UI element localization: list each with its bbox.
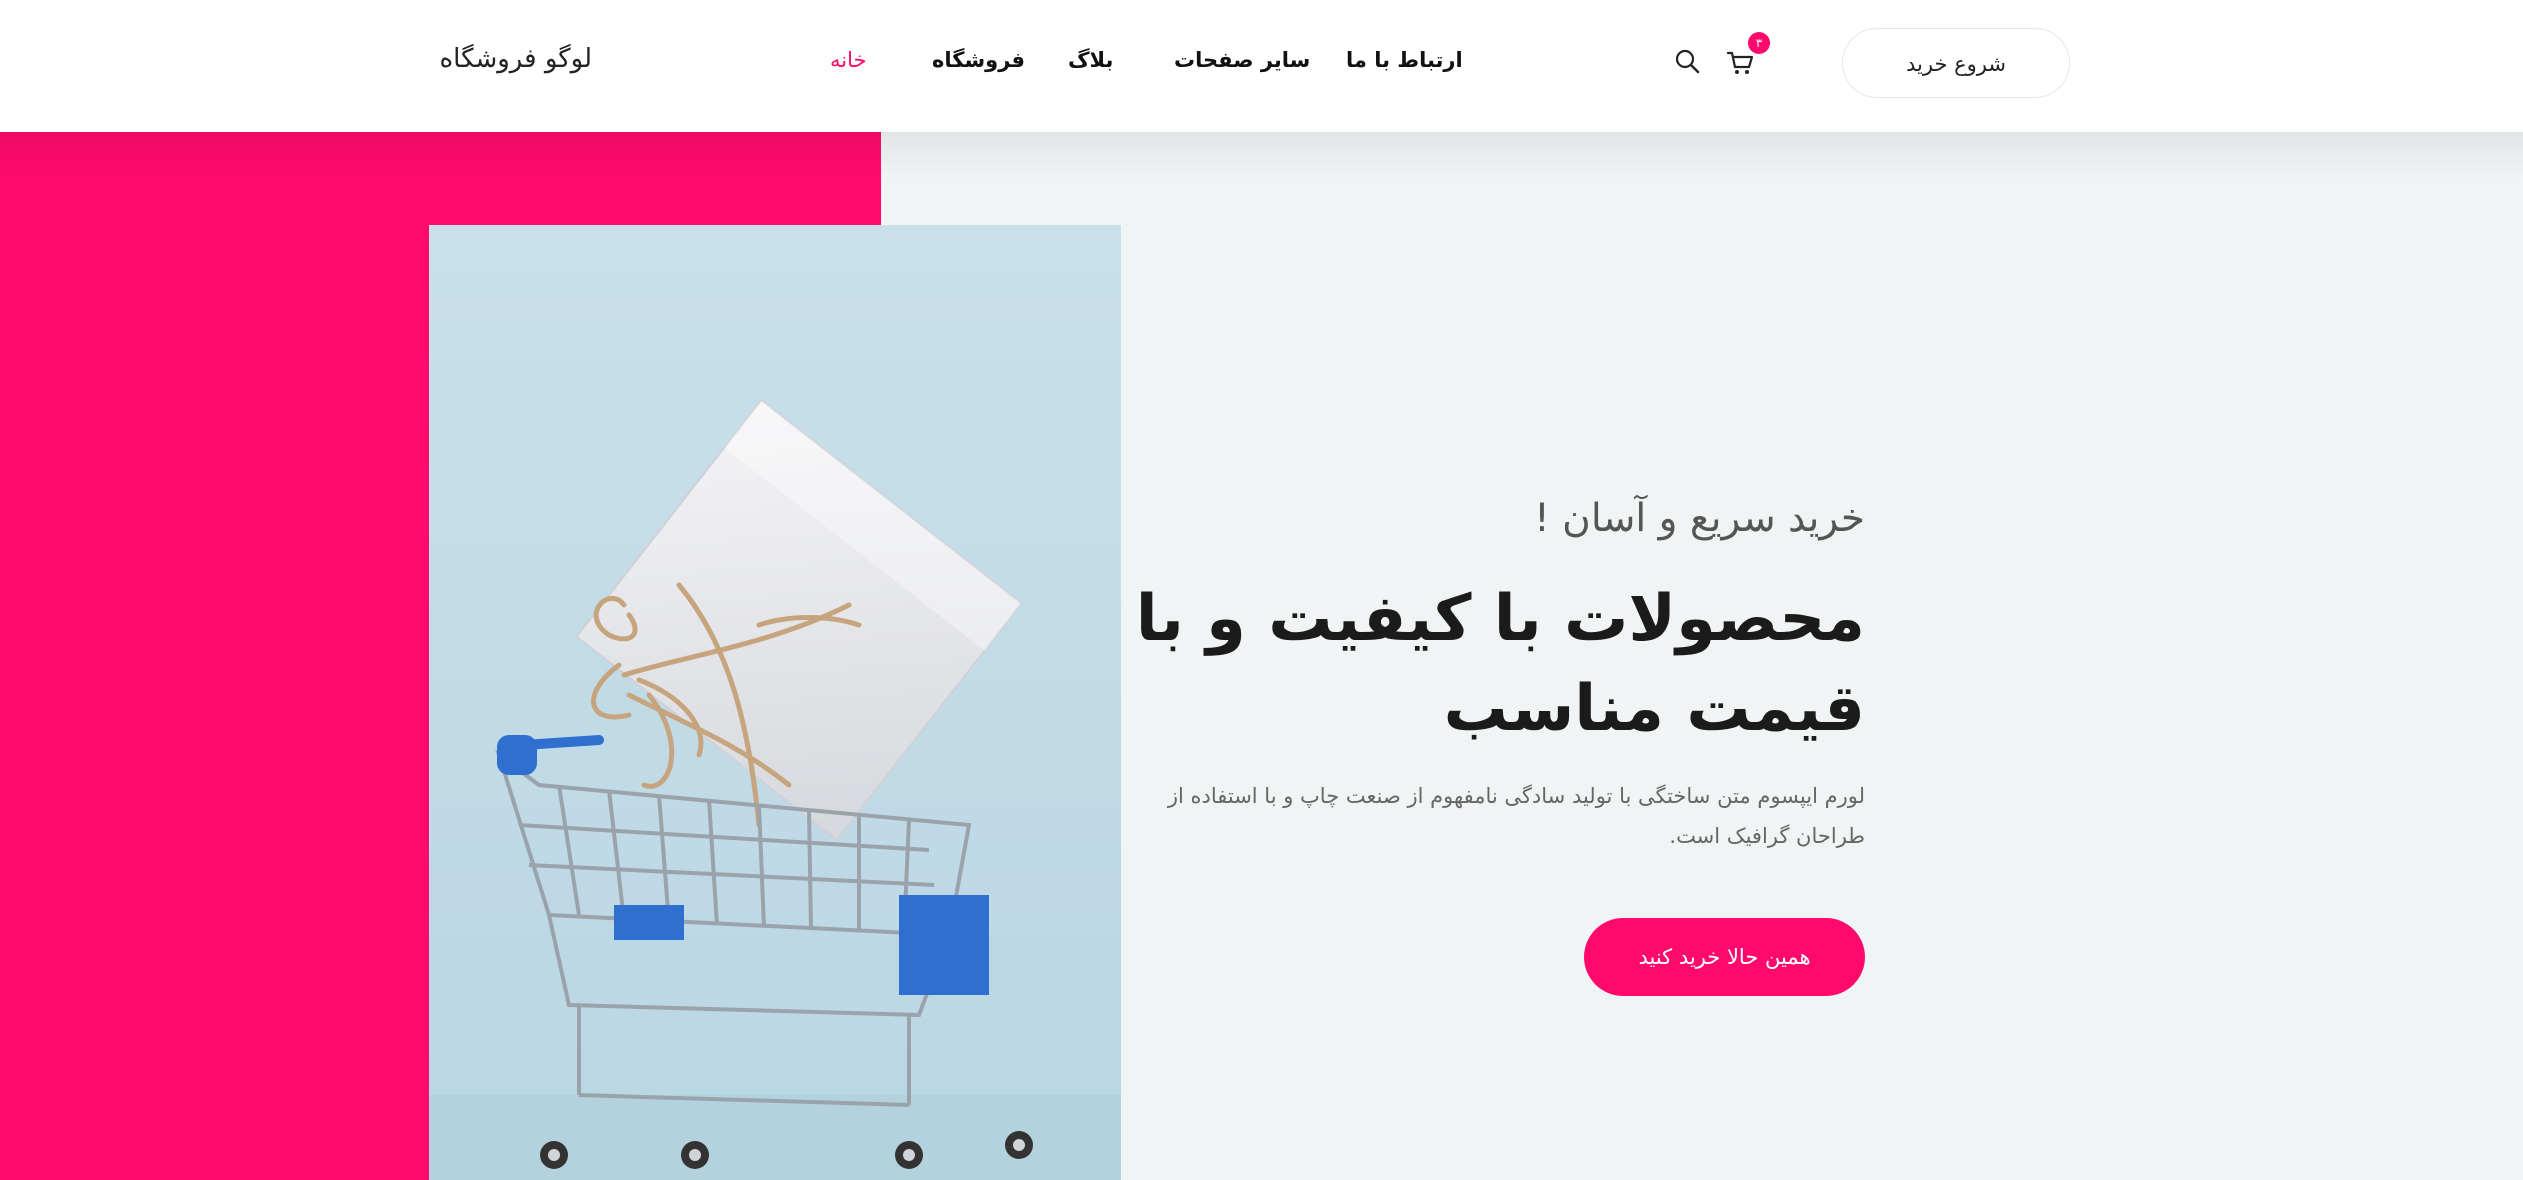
cart-icon[interactable] [1726,50,1754,76]
cart-count-badge: ۳ [1748,32,1770,54]
hero-title: محصولات با کیفیت و با قیمت مناسب [1135,582,1865,746]
site-header: لوگو فروشگاه خانه فروشگاه بلاگ سایر صفحا… [0,0,2523,132]
hero-subtitle: خرید سریع و آسان ! [1534,496,1865,541]
nav-blog[interactable]: بلاگ [1068,48,1113,72]
nav-shop[interactable]: فروشگاه [932,48,1025,72]
hero-image [429,225,1121,1180]
nav-home[interactable]: خانه [830,48,866,72]
header-shadow [0,132,2523,182]
search-icon[interactable] [1674,48,1700,74]
shop-now-button[interactable]: همین حالا خرید کنید [1584,918,1865,996]
hero-description: لورم ایپسوم متن ساختگی با تولید سادگی نا… [1167,784,1865,848]
site-logo[interactable]: لوگو فروشگاه [440,44,592,74]
nav-other-pages[interactable]: سایر صفحات [1174,48,1310,72]
start-shopping-button[interactable]: شروع خرید [1842,28,2070,98]
nav-contact[interactable]: ارتباط با ما [1346,48,1463,72]
